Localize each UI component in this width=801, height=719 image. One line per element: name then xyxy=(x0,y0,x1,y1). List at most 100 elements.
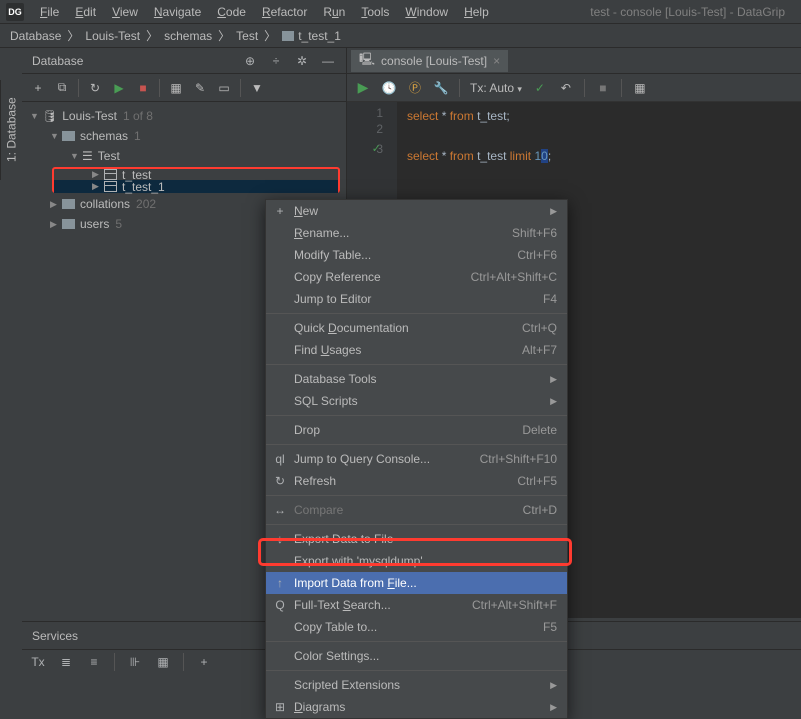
plan-icon[interactable]: Ⓟ xyxy=(407,80,423,96)
tree-table-t-test[interactable]: ▶ t_test xyxy=(54,169,338,180)
breadcrumb-item[interactable]: Database xyxy=(10,29,61,43)
menu-run[interactable]: Run xyxy=(315,5,353,19)
context-menu-item: ↔CompareCtrl+D xyxy=(266,499,567,521)
context-menu-item[interactable]: Color Settings... xyxy=(266,645,567,667)
tree-table-t-test-1[interactable]: ▶ t_test_1 xyxy=(54,180,338,193)
stop-icon[interactable]: ■ xyxy=(595,80,611,96)
filter-icon[interactable]: ▼ xyxy=(249,80,265,96)
graph-icon[interactable]: ⊪ xyxy=(127,654,143,670)
context-menu-item[interactable]: Modify Table...Ctrl+F6 xyxy=(266,244,567,266)
context-menu-item[interactable]: Copy ReferenceCtrl+Alt+Shift+C xyxy=(266,266,567,288)
context-menu-item[interactable]: SQL Scripts▶ xyxy=(266,390,567,412)
context-menu-item[interactable]: QFull-Text Search...Ctrl+Alt+Shift+F xyxy=(266,594,567,616)
menu-file[interactable]: File xyxy=(32,5,67,19)
context-menu-item[interactable]: +New▶ xyxy=(266,200,567,222)
breadcrumb-item[interactable]: schemas xyxy=(164,29,212,43)
sidebar-tab-database[interactable]: 1: Database xyxy=(0,80,22,180)
menu-view[interactable]: View xyxy=(104,5,146,19)
tab-label: console [Louis-Test] xyxy=(381,54,487,68)
close-icon[interactable]: × xyxy=(493,54,500,68)
wrench-icon[interactable]: 🔧 xyxy=(433,80,449,96)
breadcrumb-item[interactable]: Test xyxy=(236,29,258,43)
menu-edit[interactable]: Edit xyxy=(67,5,104,19)
menu-item-icon: ↔ xyxy=(272,503,288,517)
console-icon[interactable]: ▭ xyxy=(216,80,232,96)
context-menu-item[interactable]: DropDelete xyxy=(266,419,567,441)
expand-icon[interactable]: ≡ xyxy=(86,654,102,670)
menu-item-icon: ↻ xyxy=(272,474,288,488)
tx-mode-selector[interactable]: Tx: Auto ▾ xyxy=(470,81,522,95)
add-button[interactable]: + xyxy=(30,80,46,96)
context-menu-item[interactable]: Find UsagesAlt+F7 xyxy=(266,339,567,361)
menu-item-icon: ↑ xyxy=(272,576,288,590)
chevron-right-icon: ▶ xyxy=(550,206,557,217)
rollback-icon[interactable]: ↶ xyxy=(558,80,574,96)
collapse-icon[interactable]: ÷ xyxy=(268,53,284,69)
chevron-right-icon: ▶ xyxy=(550,680,557,691)
menu-item-icon: ↓ xyxy=(272,532,288,546)
context-menu-item[interactable]: Rename...Shift+F6 xyxy=(266,222,567,244)
history-icon[interactable]: 🕓 xyxy=(381,80,397,96)
layout-icon[interactable]: ▦ xyxy=(632,80,648,96)
context-menu-item[interactable]: Quick DocumentationCtrl+Q xyxy=(266,317,567,339)
db-toolbar: + ⧉ ↻ ▶ ■ ▦ ✎ ▭ ▼ xyxy=(22,74,346,102)
context-menu-item[interactable]: ⊞Diagrams▶ xyxy=(266,696,567,718)
run-button[interactable]: ▶ xyxy=(355,80,371,96)
context-menu-item[interactable]: qlJump to Query Console...Ctrl+Shift+F10 xyxy=(266,448,567,470)
panel-header: Database ⊕ ÷ ✲ — xyxy=(22,48,346,74)
breadcrumb-item[interactable]: Louis-Test xyxy=(85,29,140,43)
context-menu-item[interactable]: Export with 'mysqldump' xyxy=(266,550,567,572)
console-tab-icon: 🖳 xyxy=(359,50,375,71)
menu-navigate[interactable]: Navigate xyxy=(146,5,209,19)
menu-window[interactable]: Window xyxy=(397,5,456,19)
table-icon xyxy=(282,31,294,41)
breadcrumb: Database〉 Louis-Test〉 schemas〉 Test〉 t_t… xyxy=(0,24,801,48)
context-menu: +New▶Rename...Shift+F6Modify Table...Ctr… xyxy=(265,199,568,719)
edit-icon[interactable]: ✎ xyxy=(192,80,208,96)
menu-item-icon: + xyxy=(272,204,288,218)
context-menu-item[interactable]: Database Tools▶ xyxy=(266,368,567,390)
tree-schemas[interactable]: ▼ schemas1 xyxy=(22,126,346,146)
tx-icon[interactable]: Tx xyxy=(30,654,46,670)
panel-title: Database xyxy=(32,54,242,68)
tree-datasource[interactable]: ▼🛢 Louis-Test1 of 8 xyxy=(22,106,346,126)
context-menu-item[interactable]: Jump to EditorF4 xyxy=(266,288,567,310)
grid-icon[interactable]: ▦ xyxy=(155,654,171,670)
hide-icon[interactable]: — xyxy=(320,53,336,69)
stop-icon[interactable]: ■ xyxy=(135,80,151,96)
context-menu-item[interactable]: ↻RefreshCtrl+F5 xyxy=(266,470,567,492)
chevron-right-icon: ▶ xyxy=(550,702,557,713)
menu-item-icon: Q xyxy=(272,598,288,612)
check-icon: ✓ xyxy=(372,142,381,155)
commit-icon[interactable]: ✓ xyxy=(532,80,548,96)
editor-tab[interactable]: 🖳 console [Louis-Test] × xyxy=(351,50,508,72)
context-menu-item[interactable]: Copy Table to...F5 xyxy=(266,616,567,638)
chevron-right-icon: ▶ xyxy=(550,374,557,385)
add-icon[interactable]: + xyxy=(196,654,212,670)
editor-tab-bar: 🖳 console [Louis-Test] × xyxy=(347,48,801,74)
app-logo: DG xyxy=(6,3,24,21)
menu-code[interactable]: Code xyxy=(209,5,254,19)
gear-icon[interactable]: ✲ xyxy=(294,53,310,69)
menu-item-icon: ⊞ xyxy=(272,700,288,714)
menu-tools[interactable]: Tools xyxy=(353,5,397,19)
title-bar: DG File Edit View Navigate Code Refactor… xyxy=(0,0,801,24)
menu-refactor[interactable]: Refactor xyxy=(254,5,315,19)
play-icon[interactable]: ▶ xyxy=(111,80,127,96)
menu-help[interactable]: Help xyxy=(456,5,497,19)
context-menu-item[interactable]: ↑Import Data from File... xyxy=(266,572,567,594)
window-title: test - console [Louis-Test] - DataGrip xyxy=(590,5,795,19)
editor-toolbar: ▶ 🕓 Ⓟ 🔧 Tx: Auto ▾ ✓ ↶ ■ ▦ xyxy=(347,74,801,102)
menu-item-icon: ql xyxy=(272,452,288,466)
refresh-icon[interactable]: ↻ xyxy=(87,80,103,96)
breadcrumb-item[interactable]: t_test_1 xyxy=(298,29,341,43)
context-menu-item[interactable]: ↓Export Data to File xyxy=(266,528,567,550)
target-icon[interactable]: ⊕ xyxy=(242,53,258,69)
chevron-right-icon: ▶ xyxy=(550,396,557,407)
tree-icon[interactable]: ≣ xyxy=(58,654,74,670)
copy-icon[interactable]: ⧉ xyxy=(54,80,70,96)
grid-icon[interactable]: ▦ xyxy=(168,80,184,96)
context-menu-item[interactable]: Scripted Extensions▶ xyxy=(266,674,567,696)
highlight-annotation: ▶ t_test ▶ t_test_1 xyxy=(52,167,340,193)
tree-schema-test[interactable]: ▼☰ Test xyxy=(22,146,346,166)
